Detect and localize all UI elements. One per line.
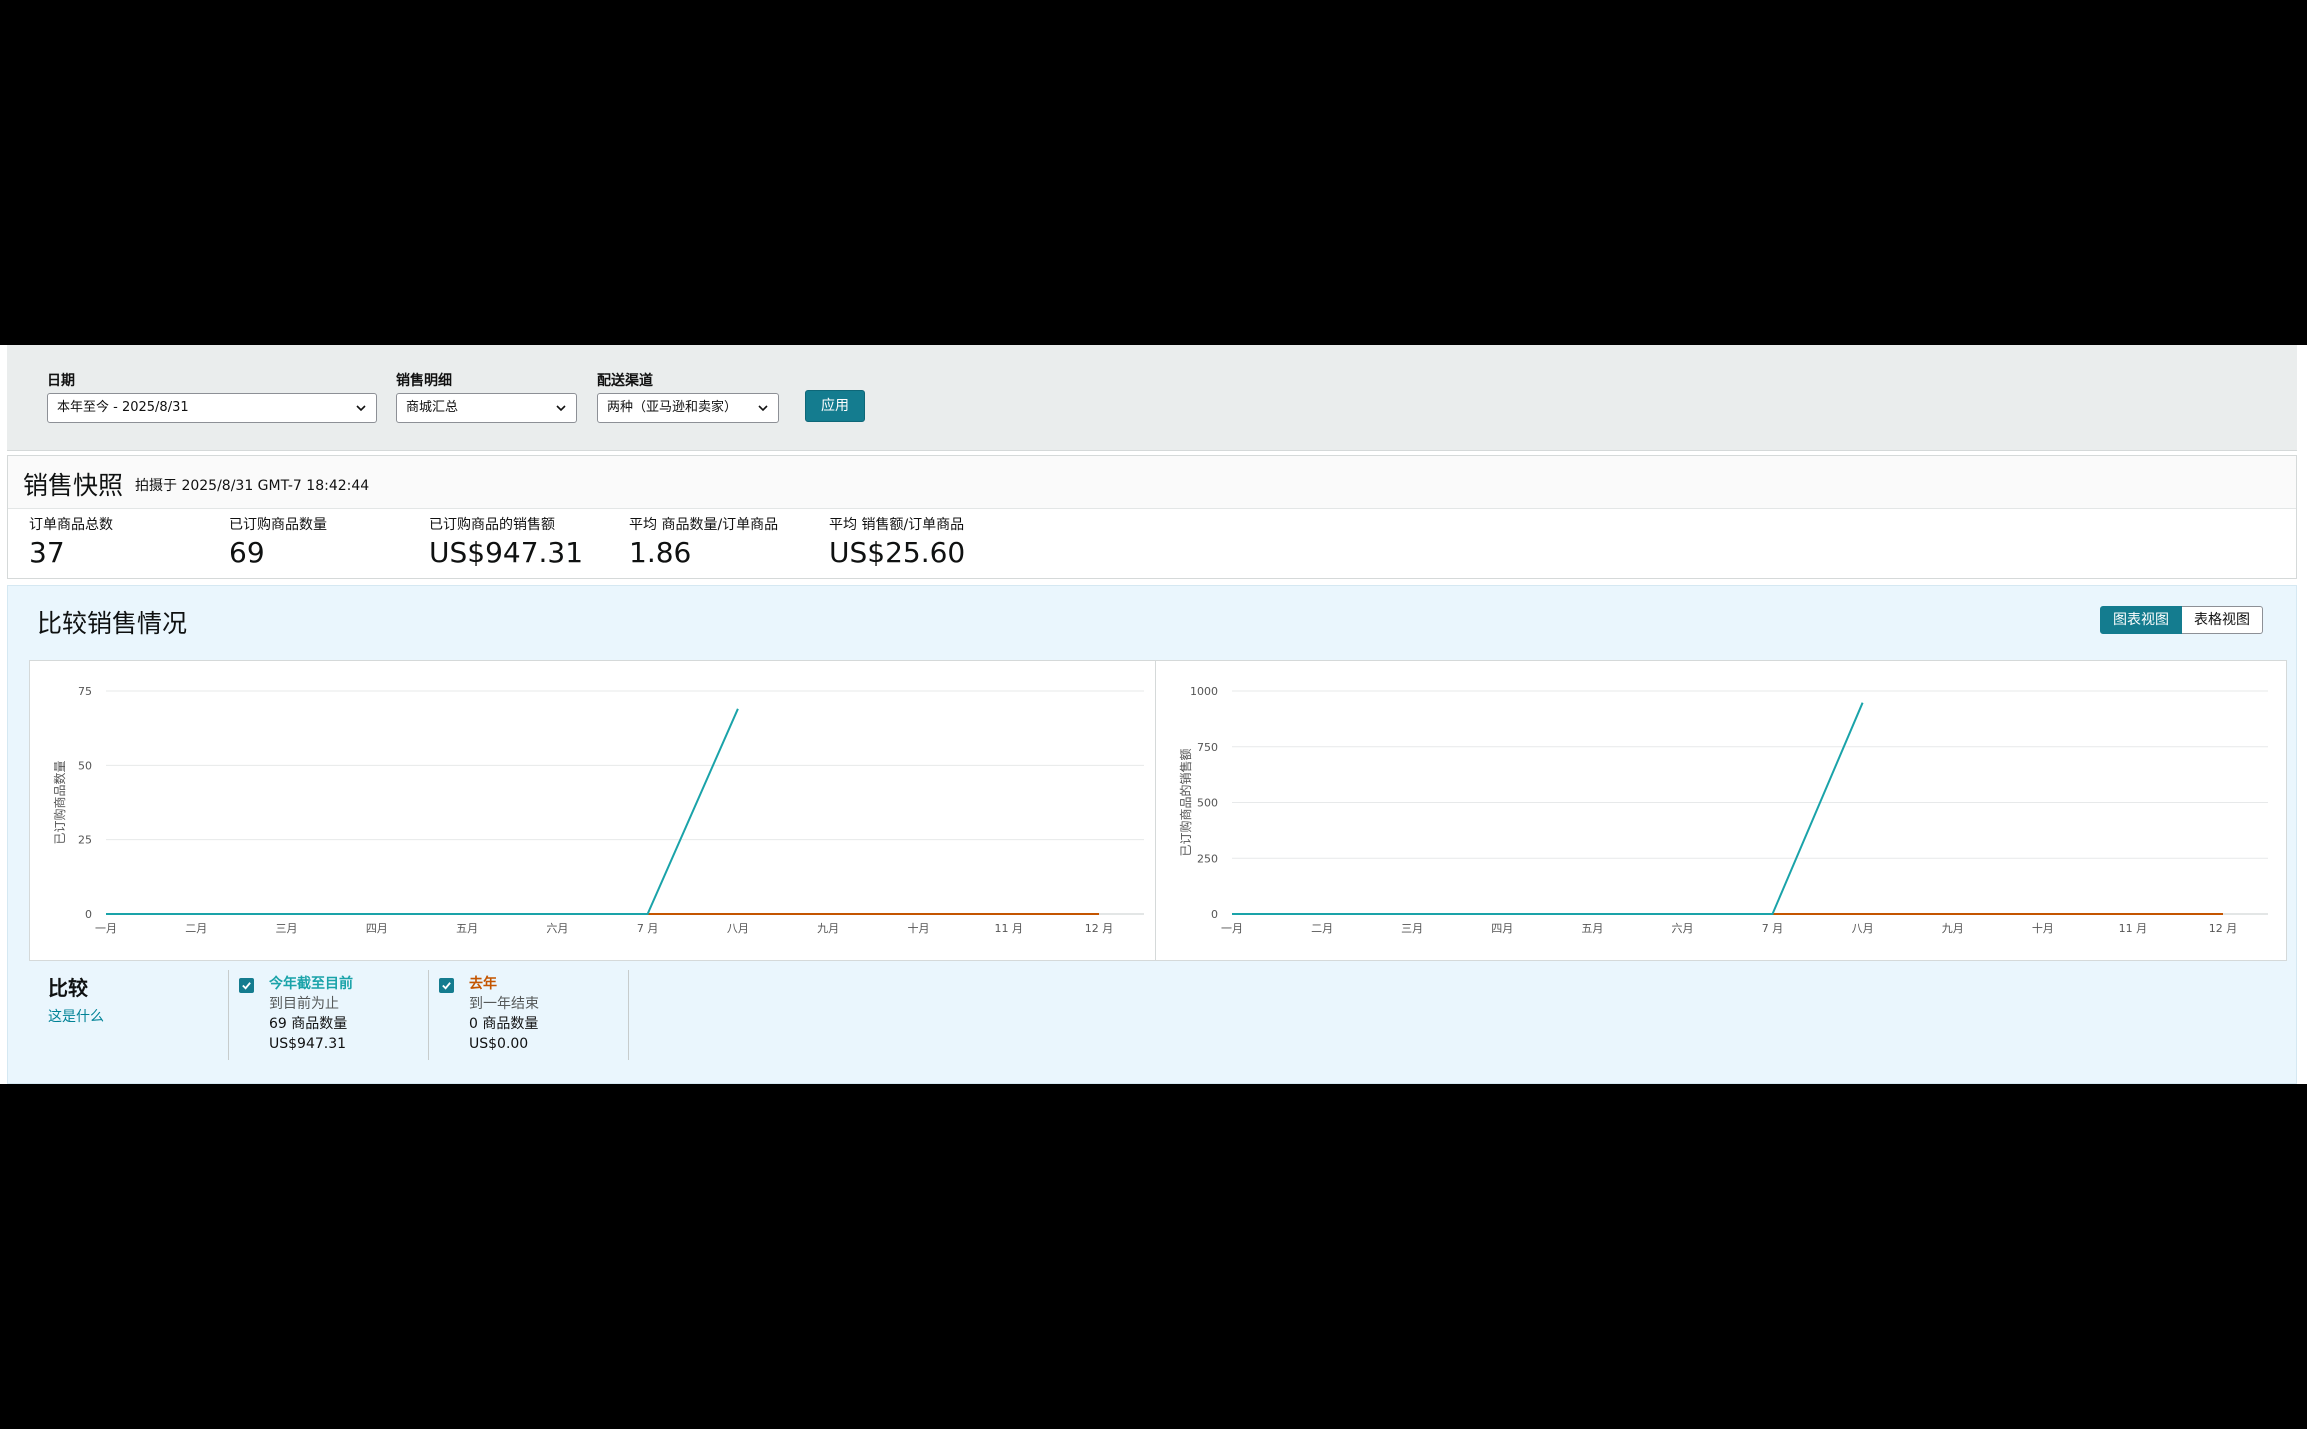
metric-value: 1.86 bbox=[629, 536, 692, 569]
legend-quantity: 0 商品数量 bbox=[469, 1016, 539, 1032]
y-axis-label: 已订购商品的销售额 bbox=[1178, 748, 1193, 856]
sales-snapshot-panel: 销售快照 拍摄于 2025/8/31 GMT-7 18:42:44 订单商品总数… bbox=[7, 455, 2297, 579]
metric-units-ordered: 已订购商品数量 69 bbox=[229, 514, 327, 569]
series-line bbox=[1232, 702, 1864, 915]
x-tick-label: 三月 bbox=[1401, 922, 1423, 935]
x-tick-label: 11 月 bbox=[994, 922, 1023, 935]
chart-view-button[interactable]: 图表视图 bbox=[2100, 606, 2182, 634]
y-tick-label: 250 bbox=[1197, 852, 1218, 865]
compare-sales-panel: 比较销售情况 图表视图 表格视图 0 25 50 75 一月 二月 三月 四月 五月 六月 7 月 八… bbox=[7, 585, 2297, 1084]
x-tick-label: 11 月 bbox=[2119, 922, 2148, 935]
line-chart-svg-0: 0 25 50 75 一月 二月 三月 四月 五月 六月 7 月 八月 九月 十月 11 月 12 月 已订购商… bbox=[52, 685, 1144, 935]
x-tick-label: 一月 bbox=[95, 922, 117, 935]
x-tick-label: 二月 bbox=[185, 922, 207, 935]
chevron-down-icon bbox=[556, 405, 566, 412]
x-tick-label: 12 月 bbox=[2209, 922, 2238, 935]
y-tick-label: 75 bbox=[78, 685, 92, 698]
y-tick-label: 1000 bbox=[1190, 685, 1218, 698]
metric-label: 订单商品总数 bbox=[29, 517, 113, 533]
legend-sub: 到一年结束 bbox=[469, 996, 539, 1012]
snapshot-timestamp: 拍摄于 2025/8/31 GMT-7 18:42:44 bbox=[135, 478, 370, 494]
filter-bar: 日期 本年至今 - 2025/8/31 销售明细 商城汇总 配送渠道 两种（亚马… bbox=[7, 345, 2297, 451]
x-tick-label: 五月 bbox=[456, 922, 478, 935]
metric-avg-sales-per-order-item: 平均 销售额/订单商品 US$25.60 bbox=[829, 514, 965, 569]
whats-this-link[interactable]: 这是什么 bbox=[48, 1006, 104, 1026]
channel-value: 两种（亚马逊和卖家） bbox=[607, 400, 738, 415]
y-tick-label: 750 bbox=[1197, 741, 1218, 754]
last-year-checkbox[interactable] bbox=[439, 978, 454, 993]
x-tick-label: 九月 bbox=[817, 922, 839, 935]
y-axis-label: 已订购商品数量 bbox=[52, 760, 67, 844]
y-tick-label: 0 bbox=[1211, 908, 1218, 921]
x-tick-label: 六月 bbox=[1671, 922, 1693, 935]
metric-value: US$947.31 bbox=[429, 536, 584, 569]
legend-sub: 到目前为止 bbox=[269, 996, 339, 1012]
series-line bbox=[106, 708, 739, 915]
view-toggle: 图表视图 表格视图 bbox=[2100, 606, 2263, 634]
date-select-value: 本年至今 - 2025/8/31 bbox=[57, 400, 189, 415]
date-filter-label: 日期 bbox=[47, 373, 75, 389]
sales-dashboard: 日期 本年至今 - 2025/8/31 销售明细 商城汇总 配送渠道 两种（亚马… bbox=[0, 345, 2307, 1084]
date-select[interactable]: 本年至今 - 2025/8/31 bbox=[47, 393, 377, 423]
y-tick-label: 0 bbox=[85, 908, 92, 921]
channel-select[interactable]: 两种（亚马逊和卖家） bbox=[597, 393, 779, 423]
sales-chart: 0 250 500 750 1000 一月 二月 三月 四月 五月 六月 7 月 八月 九月 十月 11 月 1… bbox=[1155, 660, 2287, 961]
x-tick-label: 二月 bbox=[1311, 922, 1333, 935]
legend-item-this-year: 今年截至目前 到目前为止 69 商品数量 US$947.31 bbox=[228, 970, 428, 1060]
x-tick-label: 十月 bbox=[907, 921, 929, 935]
snapshot-header: 销售快照 拍摄于 2025/8/31 GMT-7 18:42:44 bbox=[8, 456, 2296, 509]
x-tick-label: 六月 bbox=[546, 922, 568, 935]
metric-label: 平均 销售额/订单商品 bbox=[829, 517, 965, 533]
legend-item-last-year: 去年 到一年结束 0 商品数量 US$0.00 bbox=[428, 970, 628, 1060]
metric-label: 已订购商品的销售额 bbox=[429, 517, 555, 533]
y-tick-label: 25 bbox=[78, 834, 92, 847]
chevron-down-icon bbox=[356, 405, 366, 412]
y-tick-label: 500 bbox=[1197, 797, 1218, 810]
sales-detail-label: 销售明细 bbox=[396, 373, 452, 389]
x-tick-label: 三月 bbox=[276, 922, 298, 935]
x-tick-label: 四月 bbox=[366, 922, 388, 935]
metric-value: 37 bbox=[29, 536, 65, 569]
x-tick-label: 五月 bbox=[1581, 922, 1603, 935]
chevron-down-icon bbox=[758, 405, 768, 412]
y-tick-label: 50 bbox=[78, 759, 92, 772]
metric-avg-units-per-order-item: 平均 商品数量/订单商品 1.86 bbox=[629, 514, 778, 569]
legend-sales: US$947.31 bbox=[269, 1036, 347, 1052]
legend-quantity: 69 商品数量 bbox=[269, 1016, 348, 1032]
metric-label: 平均 商品数量/订单商品 bbox=[629, 517, 779, 533]
legend-name: 去年 bbox=[469, 976, 497, 992]
x-tick-label: 八月 bbox=[727, 922, 749, 935]
compare-title: 比较销售情况 bbox=[37, 609, 188, 638]
apply-button[interactable]: 应用 bbox=[805, 390, 865, 422]
x-tick-label: 八月 bbox=[1852, 922, 1874, 935]
units-chart: 0 25 50 75 一月 二月 三月 四月 五月 六月 7 月 八月 九月 十月 11 月 12 月 已订购商… bbox=[29, 660, 1163, 961]
x-tick-label: 四月 bbox=[1491, 922, 1513, 935]
checkmark-icon bbox=[242, 982, 251, 990]
legend-name: 今年截至目前 bbox=[269, 976, 353, 992]
x-tick-label: 十月 bbox=[2032, 921, 2054, 935]
sales-detail-value: 商城汇总 bbox=[406, 400, 459, 415]
this-year-checkbox[interactable] bbox=[239, 978, 254, 993]
metric-total-order-items: 订单商品总数 37 bbox=[29, 514, 113, 569]
x-tick-label: 7 月 bbox=[1762, 922, 1784, 935]
snapshot-title: 销售快照 bbox=[23, 471, 124, 500]
legend-sales: US$0.00 bbox=[469, 1036, 529, 1052]
legend-title: 比较 bbox=[48, 976, 88, 1000]
line-chart-svg-1: 0 250 500 750 1000 一月 二月 三月 四月 五月 六月 7 月 八月 九月 十月 11 月 1… bbox=[1178, 685, 2268, 935]
metric-ordered-sales: 已订购商品的销售额 US$947.31 bbox=[429, 514, 583, 569]
x-tick-label: 九月 bbox=[1942, 922, 1964, 935]
checkmark-icon bbox=[442, 982, 451, 990]
legend-divider bbox=[628, 970, 629, 1060]
sales-detail-select[interactable]: 商城汇总 bbox=[396, 393, 577, 423]
metric-label: 已订购商品数量 bbox=[229, 517, 327, 533]
x-tick-label: 12 月 bbox=[1085, 922, 1114, 935]
table-view-button[interactable]: 表格视图 bbox=[2182, 606, 2263, 634]
x-tick-label: 一月 bbox=[1221, 922, 1243, 935]
x-tick-label: 7 月 bbox=[637, 922, 659, 935]
metric-value: 69 bbox=[229, 536, 265, 569]
metric-value: US$25.60 bbox=[829, 536, 966, 569]
channel-label: 配送渠道 bbox=[597, 373, 653, 389]
